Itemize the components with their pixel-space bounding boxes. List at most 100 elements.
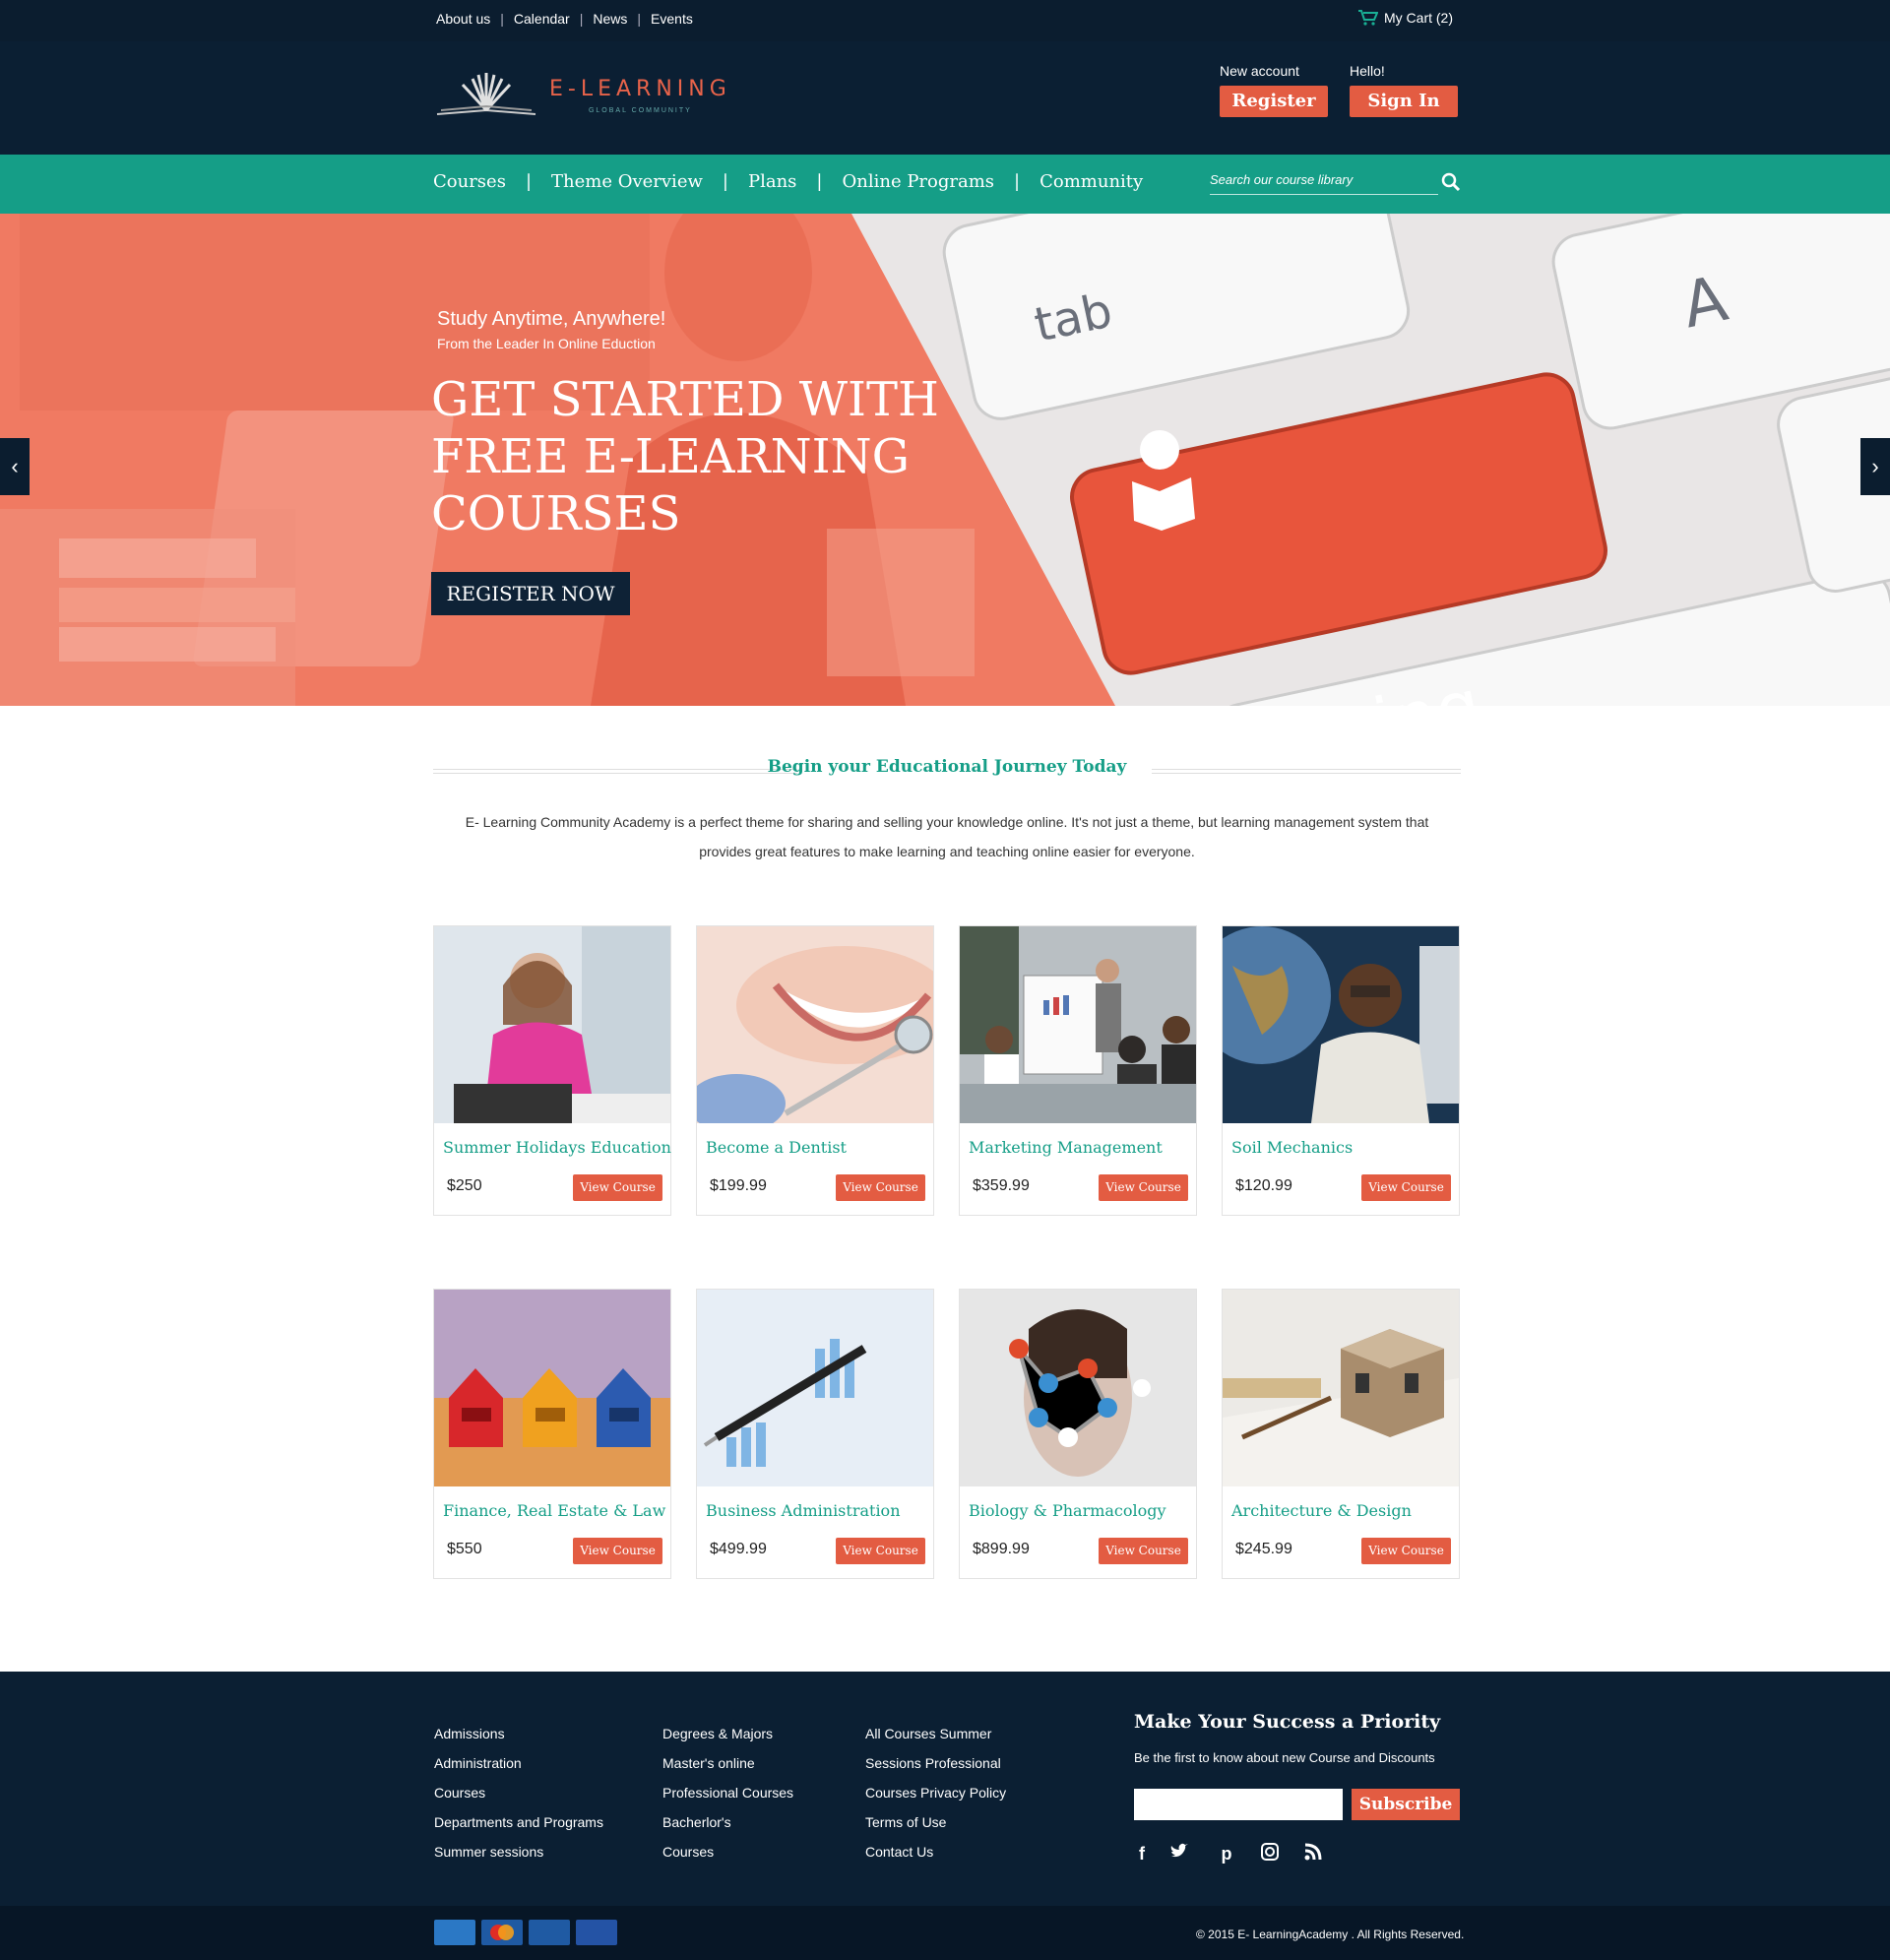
- top-link-news[interactable]: News: [593, 11, 627, 27]
- course-title[interactable]: Become a Dentist: [706, 1138, 847, 1157]
- new-account-block: New account Register: [1220, 63, 1328, 117]
- course-title[interactable]: Marketing Management: [969, 1138, 1163, 1157]
- course-card[interactable]: Architecture & Design $245.99 View Cours…: [1222, 1289, 1460, 1579]
- nav-item-courses[interactable]: Courses: [433, 171, 506, 192]
- view-course-button[interactable]: View Course: [573, 1174, 662, 1201]
- cart-label: My Cart (2): [1384, 10, 1453, 26]
- course-title[interactable]: Soil Mechanics: [1231, 1138, 1353, 1157]
- view-course-button[interactable]: View Course: [573, 1538, 662, 1564]
- brand-name: E-LEARNING: [549, 77, 731, 101]
- footer-link[interactable]: Sessions Professional: [865, 1748, 1006, 1778]
- new-account-label: New account: [1220, 63, 1299, 79]
- footer-link[interactable]: Courses: [662, 1837, 793, 1866]
- instagram-icon[interactable]: [1259, 1843, 1281, 1865]
- course-card[interactable]: Summer Holidays Education $250 View Cour…: [433, 925, 671, 1216]
- view-course-button[interactable]: View Course: [1099, 1538, 1188, 1564]
- course-image-dentist: [687, 926, 953, 1133]
- footer-link[interactable]: Administration: [434, 1748, 603, 1778]
- course-price: $120.99: [1235, 1177, 1292, 1194]
- rss-icon[interactable]: [1302, 1843, 1324, 1865]
- top-link-about[interactable]: About us: [436, 11, 490, 27]
- course-card[interactable]: Finance, Real Estate & Law $550 View Cou…: [433, 1289, 671, 1579]
- view-course-button[interactable]: View Course: [836, 1174, 925, 1201]
- newsletter-title: Make Your Success a Priority: [1134, 1711, 1441, 1733]
- register-now-button[interactable]: REGISTER NOW: [431, 572, 630, 615]
- facebook-icon[interactable]: f: [1131, 1843, 1153, 1865]
- course-image-charts-pen: [697, 1290, 933, 1486]
- course-image-student-laptop: [434, 926, 670, 1123]
- top-bar: About us | Calendar | News | Events My Cart…: [0, 0, 1890, 41]
- nav-item-community[interactable]: Community: [1040, 171, 1143, 192]
- view-course-button[interactable]: View Course: [836, 1538, 925, 1564]
- footer-link[interactable]: Degrees & Majors: [662, 1719, 793, 1748]
- signin-button[interactable]: Sign In: [1350, 86, 1458, 117]
- footer-link[interactable]: All Courses Summer: [865, 1719, 1006, 1748]
- course-title[interactable]: Finance, Real Estate & Law: [443, 1501, 665, 1520]
- course-card[interactable]: Biology & Pharmacology $899.99 View Cour…: [959, 1289, 1197, 1579]
- hero-title-line3: COURSES: [431, 486, 681, 541]
- slider-prev-button[interactable]: ‹: [0, 438, 30, 495]
- register-button[interactable]: Register: [1220, 86, 1328, 117]
- search-input[interactable]: Search our course library: [1210, 172, 1438, 195]
- footer-link[interactable]: Admissions: [434, 1719, 603, 1748]
- logo[interactable]: E-LEARNING GLOBAL COMMUNITY: [433, 71, 731, 120]
- footer-link[interactable]: Professional Courses: [662, 1778, 793, 1807]
- course-image-student-globe: [1193, 926, 1459, 1123]
- subscribe-button[interactable]: Subscribe: [1352, 1789, 1460, 1820]
- course-card[interactable]: Become a Dentist $199.99 View Course: [687, 925, 953, 1216]
- copyright-text: © 2015 E- LearningAcademy . All Rights R…: [1196, 1928, 1465, 1941]
- top-link-events[interactable]: Events: [651, 11, 693, 27]
- newsletter-email-input[interactable]: [1134, 1789, 1343, 1820]
- course-image-molecule: [960, 1290, 1196, 1486]
- amex-icon: [434, 1920, 475, 1945]
- course-title[interactable]: Biology & Pharmacology: [969, 1501, 1166, 1520]
- slider-next-button[interactable]: ›: [1860, 438, 1890, 495]
- course-price: $199.99: [710, 1177, 767, 1194]
- footer-link[interactable]: Contact Us: [865, 1837, 1006, 1866]
- footer-link[interactable]: Courses Privacy Policy: [865, 1778, 1006, 1807]
- twitter-icon[interactable]: [1168, 1843, 1190, 1865]
- course-price: $245.99: [1235, 1541, 1292, 1557]
- footer-link[interactable]: Courses: [434, 1778, 603, 1807]
- signin-block: Hello! Sign In: [1350, 63, 1458, 117]
- hero-tagline: From the Leader In Online Eduction: [437, 336, 656, 351]
- chevron-left-icon: ‹: [11, 454, 19, 478]
- footer-link[interactable]: Master's online: [662, 1748, 793, 1778]
- course-card[interactable]: Business Administration $499.99 View Cou…: [696, 1289, 934, 1579]
- hero-title-line1: GET STARTED WITH: [431, 372, 939, 427]
- section-title: Begin your Educational Journey Today: [767, 757, 1127, 777]
- top-links: About us | Calendar | News | Events: [436, 11, 693, 27]
- hero-title-line2: FREE E-LEARNING: [431, 429, 910, 484]
- nav-item-theme-overview[interactable]: Theme Overview: [551, 171, 703, 192]
- main-nav: Courses | Theme Overview | Plans | Online P…: [0, 155, 1890, 214]
- footer-links-col2: Degrees & Majors Master's online Profess…: [662, 1719, 793, 1866]
- search-icon[interactable]: [1441, 172, 1461, 192]
- view-course-button[interactable]: View Course: [1361, 1538, 1451, 1564]
- view-course-button[interactable]: View Course: [1099, 1174, 1188, 1201]
- cart-link[interactable]: My Cart (2): [1358, 10, 1453, 26]
- paypal-icon: [529, 1920, 570, 1945]
- pinterest-icon[interactable]: p: [1216, 1843, 1237, 1865]
- course-image-meeting: [960, 926, 1196, 1123]
- top-link-calendar[interactable]: Calendar: [514, 11, 570, 27]
- course-image-houses: [434, 1290, 670, 1486]
- course-price: $899.99: [973, 1541, 1030, 1557]
- footer-link[interactable]: Departments and Programs: [434, 1807, 603, 1837]
- nav-item-plans[interactable]: Plans: [748, 171, 796, 192]
- course-card[interactable]: Soil Mechanics $120.99 View Course: [1193, 925, 1460, 1216]
- course-title[interactable]: Summer Holidays Education: [443, 1138, 671, 1157]
- nav-item-online-programs[interactable]: Online Programs: [842, 171, 994, 192]
- footer: Admissions Administration Courses Depart…: [0, 1672, 1890, 1906]
- hero-title: GET STARTED WITH FREE E-LEARNING COURSES: [431, 371, 943, 542]
- footer-link[interactable]: Bacherlor's: [662, 1807, 793, 1837]
- course-price: $359.99: [973, 1177, 1030, 1194]
- footer-link[interactable]: Terms of Use: [865, 1807, 1006, 1837]
- footer-links-col1: Admissions Administration Courses Depart…: [434, 1719, 603, 1866]
- course-price: $250: [447, 1177, 482, 1194]
- view-course-button[interactable]: View Course: [1361, 1174, 1451, 1201]
- footer-link[interactable]: Summer sessions: [434, 1837, 603, 1866]
- course-title[interactable]: Business Administration: [706, 1501, 901, 1520]
- course-card[interactable]: Marketing Management $359.99 View Course: [959, 925, 1197, 1216]
- course-title[interactable]: Architecture & Design: [1231, 1501, 1412, 1520]
- book-logo-icon: [436, 73, 536, 115]
